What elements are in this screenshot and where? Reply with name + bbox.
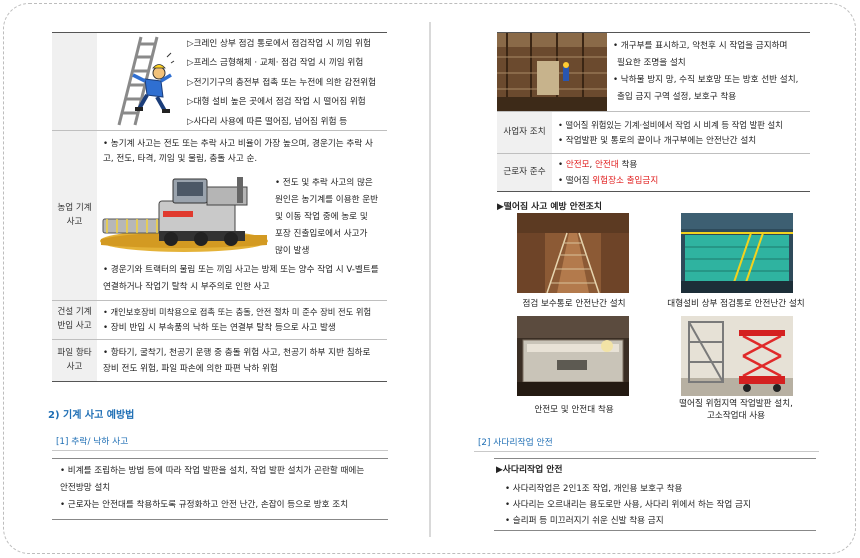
measure-line: 출입 금지 구역 설정, 보호구 착용 bbox=[617, 92, 737, 102]
photo-caption: 안전모 및 안전대 착용 bbox=[534, 405, 614, 415]
photo-caption: 떨어질 위험지역 작업발판 설치, bbox=[679, 399, 793, 409]
ladder-box: • 사다리작업은 2인1조 작업, 개인용 보호구 착용 • 사다리는 오르내리… bbox=[505, 481, 751, 529]
aerial-work-platform-photo bbox=[681, 316, 793, 396]
equipment-walkway-photo bbox=[681, 213, 793, 293]
desc-line: • 경운기와 트랙터의 물림 또는 끼임 사고는 방제 또는 양수 작업 시 V… bbox=[103, 265, 379, 275]
table-row: ▷크레인 상부 점검 통로에서 점검작업 시 끼임 위험 ▷프레스 금형해체 ·… bbox=[52, 33, 387, 131]
prevention-line: • 근로자는 안전대를 착용하도록 규정화하고 안전 난간, 손잡이 등으로 방… bbox=[60, 500, 349, 510]
table-row: 파일 항타 사고 • 항타기, 굴착기, 천공기 운행 중 충돌 위험 사고, … bbox=[52, 340, 387, 382]
desc-line: • 항타기, 굴착기, 천공기 운행 중 충돌 위험 사고, 천공기 하부 지반… bbox=[103, 348, 371, 358]
construction-site-photo bbox=[497, 33, 607, 111]
subsection-title: [2] 사다리작업 안전 bbox=[478, 438, 553, 448]
table-row: 근로자 준수 • 안전모, 안전대 착용 • 떨어짐 위험장소 출입금지 bbox=[497, 154, 810, 192]
photo-caption: 대형설비 상부 점검통로 안전난간 설치 bbox=[667, 299, 805, 309]
row-header: 농업 기계 사고 bbox=[52, 131, 97, 300]
desc-line: 많이 발생 bbox=[275, 246, 310, 256]
ladder-line: • 사다리작업은 2인1조 작업, 개인용 보호구 착용 bbox=[505, 484, 683, 494]
subsection-rule bbox=[52, 450, 388, 451]
hazard-line: ▷전기기구의 충전부 접촉 또는 누전에 의한 감전위험 bbox=[187, 77, 377, 88]
row-header: 근로자 준수 bbox=[497, 154, 552, 191]
subsection-title: [1] 추락/ 낙하 사고 bbox=[56, 437, 129, 447]
prevention-box: • 비계를 조립하는 방법 등에 따라 작업 발판을 설치, 작업 발판 설치가… bbox=[60, 463, 364, 514]
hazard-table: ▷크레인 상부 점검 통로에서 점검작업 시 끼임 위험 ▷프레스 금형해체 ·… bbox=[52, 32, 387, 382]
desc-line: 장비 전도 위험, 파일 파손에 의한 파편 낙하 위험 bbox=[103, 364, 278, 374]
hazard-line: ▷프레스 금형해체 · 교체· 점검 작업 시 끼임 위험 bbox=[187, 58, 364, 69]
row-header bbox=[52, 33, 97, 130]
desc-line: 고, 전도, 타격, 끼임 및 물림, 충돌 사고 순. bbox=[103, 154, 258, 164]
prevention-line: • 비계를 조립하는 방법 등에 따라 작업 발판을 설치, 작업 발판 설치가… bbox=[60, 466, 365, 476]
box-bottom-rule bbox=[494, 530, 816, 531]
ladder-line: • 사다리는 오르내리는 용도로만 사용, 사다리 위에서 하는 작업 금지 bbox=[505, 500, 751, 510]
measure-line: • 작업발판 및 통로의 끝이나 개구부에는 안전난간 설치 bbox=[558, 136, 757, 146]
red-highlight: 위험장소 출입금지 bbox=[592, 175, 659, 186]
box-bottom-rule bbox=[52, 519, 388, 520]
subsection-rule bbox=[474, 451, 819, 452]
table-row: • 개구부를 표시하고, 악천후 시 작업을 금지하며 필요한 조명을 설치 •… bbox=[497, 33, 810, 112]
desc-line: • 전도 및 추락 사고의 많은 bbox=[275, 178, 373, 188]
desc-line: 연결하거나 작업기 탈착 시 부주의로 인한 사고 bbox=[103, 281, 270, 292]
desc-line: • 농기계 사고는 전도 또는 추락 사고 비율이 가장 높으며, 경운기는 추… bbox=[103, 139, 373, 149]
photos-title: ▶떨어짐 사고 예방 안전조치 bbox=[497, 202, 602, 212]
hazard-line: ▷대형 설비 높은 곳에서 점검 작업 시 떨어짐 위험 bbox=[187, 97, 366, 108]
page-divider bbox=[429, 22, 431, 537]
box-top-rule bbox=[52, 458, 388, 459]
safety-helmet-photo bbox=[517, 316, 629, 396]
table-row: 건설 기계 반입 사고 • 개인보호장비 미착용으로 접촉 또는 충돌, 안전 … bbox=[52, 301, 387, 340]
hazard-line: ▷사다리 사용에 따른 떨어짐, 넘어짐 위험 등 bbox=[187, 116, 348, 127]
ladder-fall-illustration bbox=[117, 36, 175, 126]
red-highlight: 안전대 bbox=[595, 160, 619, 170]
table-row: 농업 기계 사고 • 농기계 사고는 전도 또는 추락 사고 비율이 가장 높으… bbox=[52, 131, 387, 301]
table-row: 사업자 조치 • 떨어질 위험있는 기계·설비에서 작업 시 비계 등 작업 발… bbox=[497, 112, 810, 154]
red-highlight: 안전모 bbox=[565, 160, 590, 170]
measure-line: • 떨어질 위험있는 기계·설비에서 작업 시 비계 등 작업 발판 설치 bbox=[558, 120, 783, 130]
measures-table: • 개구부를 표시하고, 악천후 시 작업을 금지하며 필요한 조명을 설치 •… bbox=[497, 32, 810, 192]
section-title: 2) 기계 사고 예방법 bbox=[48, 410, 135, 421]
ladder-title: ▶사다리작업 안전 bbox=[496, 465, 563, 475]
hazard-line: ▷크레인 상부 점검 통로에서 점검작업 시 끼임 위험 bbox=[187, 39, 371, 49]
row-header: 사업자 조치 bbox=[497, 112, 552, 153]
walkway-railing-photo bbox=[517, 213, 629, 293]
prevention-line: 안전방망 설치 bbox=[60, 483, 111, 493]
measure-line: • 낙하물 방지 망, 수직 보호망 또는 방호 선반 설치, bbox=[613, 75, 799, 85]
measure-line: • 개구부를 표시하고, 악천후 시 작업을 금지하며 bbox=[613, 41, 788, 51]
desc-line: 및 이동 작업 중에 농로 및 bbox=[275, 212, 368, 222]
desc-line: 원인은 농기계를 이용한 운반 bbox=[275, 195, 379, 205]
row-header: 파일 항타 사고 bbox=[52, 340, 97, 381]
measure-line: • 안전모, 안전대 착용 bbox=[558, 160, 638, 170]
measure-line: • 떨어짐 위험장소 출입금지 bbox=[558, 175, 659, 186]
desc-line: 포장 진출입로에서 사고가 bbox=[275, 229, 368, 239]
desc-line: • 장비 반입 시 부속품의 낙하 또는 연결부 탈착 등으로 사고 발생 bbox=[103, 322, 336, 333]
photo-caption: 점검 보수통로 안전난간 설치 bbox=[522, 299, 626, 309]
row-header: 건설 기계 반입 사고 bbox=[52, 301, 97, 339]
box-top-rule bbox=[494, 458, 816, 459]
photo-caption: 고소작업대 사용 bbox=[706, 411, 766, 421]
combine-harvester-illustration bbox=[100, 177, 268, 252]
measure-line: 필요한 조명을 설치 bbox=[617, 58, 686, 68]
ladder-line: • 슬리퍼 등 미끄러지기 쉬운 신발 착용 금지 bbox=[505, 516, 664, 526]
desc-line: • 개인보호장비 미착용으로 접촉 또는 충돌, 안전 절차 미 준수 장비 전… bbox=[103, 307, 372, 317]
